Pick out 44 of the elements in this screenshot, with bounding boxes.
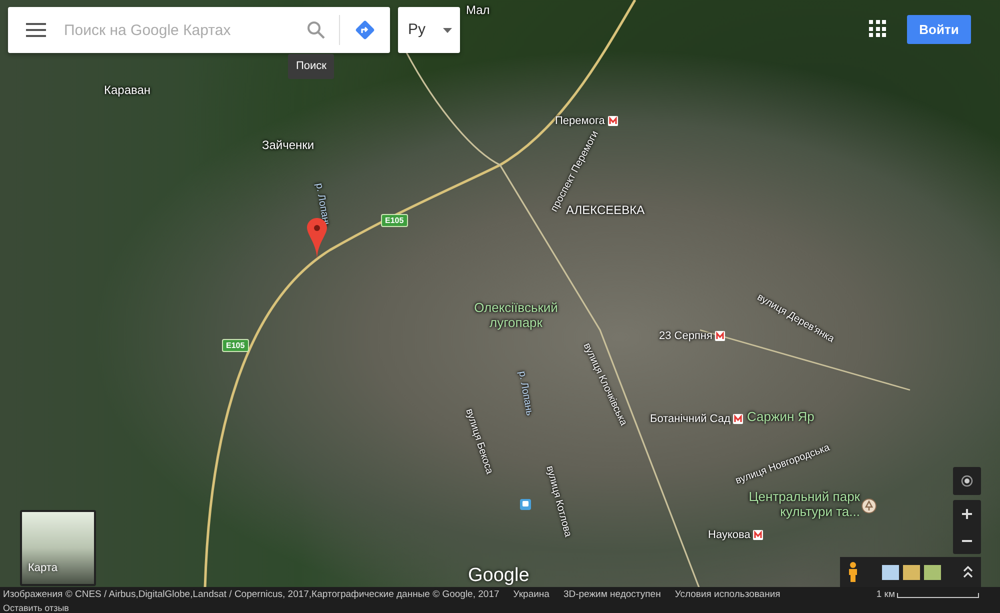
place-label: Зайченки <box>262 137 314 154</box>
bus-stop-icon <box>520 499 531 510</box>
pegman-icon[interactable] <box>848 562 858 582</box>
park-label: Олексіївський лугопарк <box>473 300 559 330</box>
location-target-icon <box>961 475 973 487</box>
language-dropdown[interactable]: Ру <box>398 7 460 53</box>
google-logo: Google <box>468 566 530 585</box>
park-label: Саржин Яр <box>747 409 814 424</box>
scale-label: 1 км <box>876 588 895 602</box>
satellite-layer-thumbnail[interactable] <box>924 564 941 580</box>
apps-grid-icon[interactable] <box>869 20 887 38</box>
feedback-link[interactable]: Оставить отзыв <box>3 603 997 613</box>
river-label: р. Лопань <box>515 370 536 417</box>
my-location-button[interactable] <box>953 467 981 495</box>
caret-icon <box>443 28 452 32</box>
metro-icon <box>608 116 618 126</box>
road-shield: E105 <box>381 214 408 227</box>
street-label: вулиця Бекоса <box>462 406 496 476</box>
park-label: Центральний парк культури та... <box>748 489 860 519</box>
sign-in-button[interactable]: Войти <box>907 15 971 44</box>
search-box[interactable]: Поиск на Google Картах <box>8 7 390 53</box>
chevron-up-icon[interactable] <box>963 566 973 578</box>
park-icon <box>861 498 877 514</box>
mode-text: 3D-режим недоступен <box>563 588 661 602</box>
place-label: Мал <box>466 2 490 19</box>
metro-icon <box>715 331 726 342</box>
sky-layer-thumbnail[interactable] <box>882 564 899 580</box>
map-view-thumbnail[interactable]: Карта <box>20 510 96 586</box>
attribution-text: Изображения © CNES / Airbus,DigitalGlobe,Landsat / Copernicus, 2017,Картографические данные © Google, 2017 <box>3 588 500 602</box>
terrain-layer-thumbnail[interactable] <box>903 564 920 580</box>
metro-station-label: 23 Серпня <box>659 329 712 344</box>
metro-station-label: Ботанічний Сад <box>650 412 730 427</box>
search-input[interactable]: Поиск на Google Картах <box>64 10 299 50</box>
metro-station-label: Перемога <box>555 114 605 129</box>
metro-station-label: Наукова <box>708 528 750 543</box>
plus-icon <box>962 508 972 518</box>
metro-icon <box>753 530 764 540</box>
region-link[interactable]: Украина <box>513 588 550 602</box>
metro-icon <box>733 414 744 424</box>
street-label: вулиця Котлова <box>542 464 574 539</box>
terms-link[interactable]: Условия использования <box>674 588 780 602</box>
tooltip: Поиск <box>288 54 334 78</box>
place-label: Караван <box>104 82 151 99</box>
road-shield: E105 <box>222 339 249 352</box>
